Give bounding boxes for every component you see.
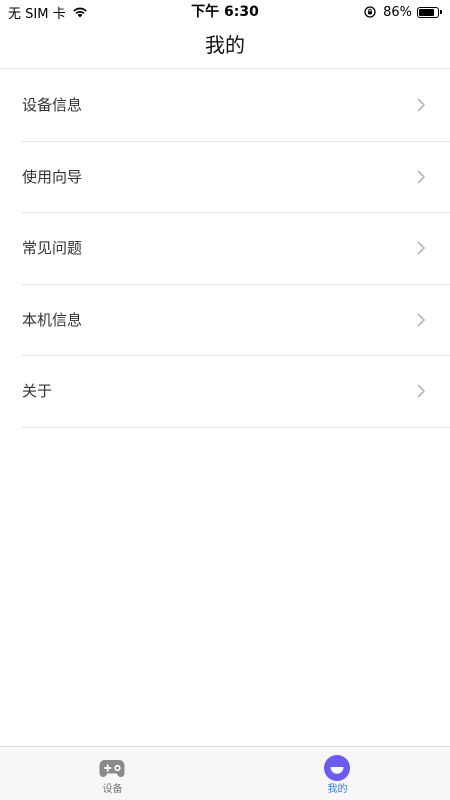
page-title: 我的: [205, 33, 245, 57]
battery-fill: [419, 8, 435, 16]
menu-item-faq[interactable]: 常见问题: [22, 213, 450, 285]
menu-item-label: 设备信息: [22, 96, 83, 114]
nav-bar: 我的: [0, 24, 450, 69]
tab-label: 我的: [327, 784, 348, 795]
tab-label: 设备: [102, 784, 123, 795]
smile-face-icon: [324, 755, 350, 781]
chevron-right-icon: [417, 170, 425, 183]
menu-item-label: 本机信息: [22, 310, 83, 329]
menu-item-label: 常见问题: [22, 239, 83, 258]
gamepad-icon: [99, 760, 125, 777]
status-bar: 无 SIM 卡 下午 6:30 86%: [0, 0, 450, 24]
chevron-right-icon: [417, 98, 425, 112]
screen: 无 SIM 卡 下午 6:30 86% 我的 设备信息 使用向导 常见问题 本机…: [0, 0, 450, 800]
chevron-right-icon: [417, 385, 425, 398]
rotation-lock-icon: [364, 6, 376, 18]
battery-cap: [440, 10, 442, 14]
chevron-right-icon: [417, 241, 425, 255]
status-right: 86%: [364, 3, 442, 21]
menu-item-user-guide[interactable]: 使用向导: [22, 142, 450, 214]
menu-list: 设备信息 使用向导 常见问题 本机信息 关于: [0, 70, 450, 428]
menu-item-device-info[interactable]: 设备信息: [22, 70, 450, 142]
menu-item-label: 使用向导: [22, 167, 83, 186]
chevron-right-icon: [417, 313, 425, 327]
tab-device[interactable]: 设备: [0, 747, 225, 800]
menu-item-about[interactable]: 关于: [22, 356, 450, 428]
tab-mine[interactable]: 我的: [225, 747, 450, 800]
menu-item-label: 关于: [22, 382, 53, 401]
tab-bar: 设备 我的: [0, 746, 450, 800]
menu-item-local-info[interactable]: 本机信息: [22, 285, 450, 357]
battery-percent: 86%: [383, 4, 412, 20]
battery-icon: [417, 6, 439, 18]
